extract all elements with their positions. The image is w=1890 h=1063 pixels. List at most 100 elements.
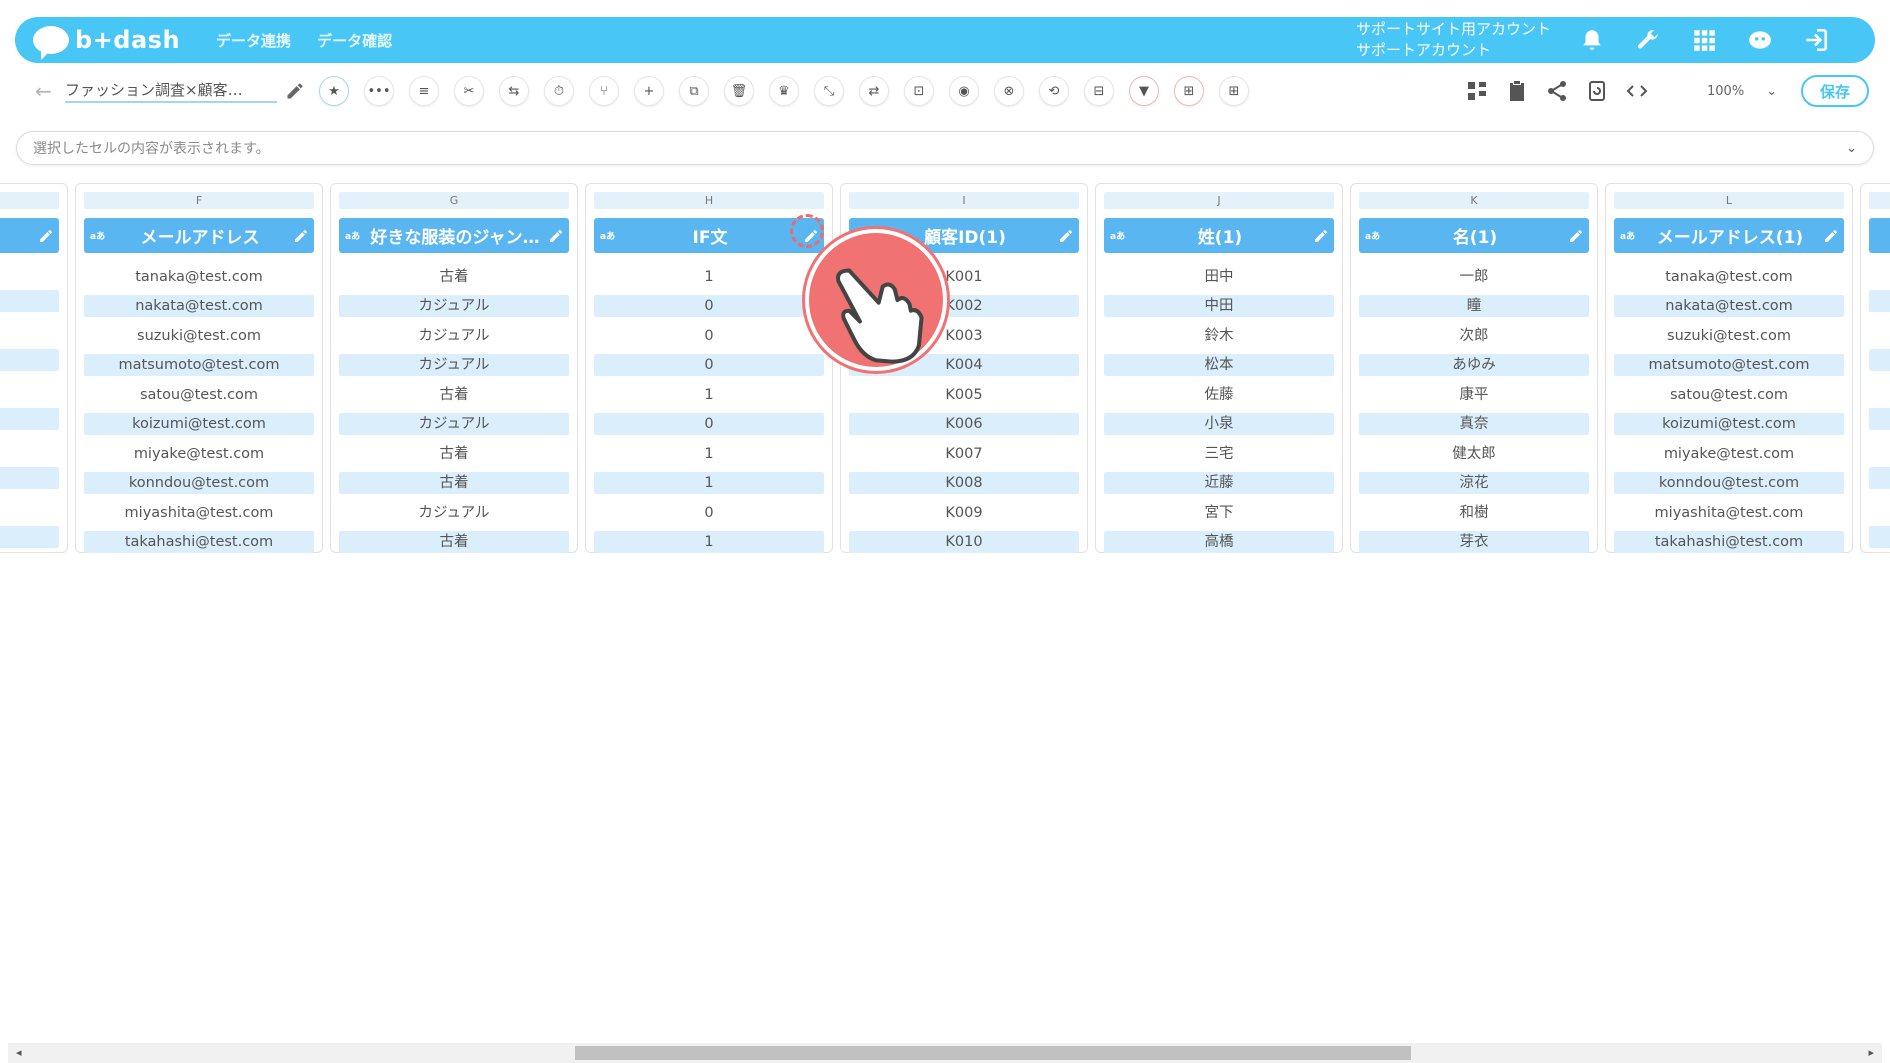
chat-bot-icon[interactable] <box>1747 27 1773 53</box>
table-cell[interactable]: 古着 <box>339 266 569 288</box>
table-cell[interactable]: miyake@test.com <box>84 443 314 465</box>
add-tool-button[interactable]: + <box>634 76 664 106</box>
flow-diagram-icon[interactable] <box>1465 79 1489 103</box>
table-cell[interactable]: 古着 <box>339 531 569 553</box>
save-button[interactable]: 保存 <box>1801 75 1869 107</box>
table-cell[interactable]: konndou@test.com <box>1614 472 1844 494</box>
table-cell[interactable]: 0 <box>594 295 824 317</box>
table-cell[interactable]: 1 <box>594 472 824 494</box>
edit-pencil-icon[interactable] <box>543 228 569 244</box>
swap-tool-button[interactable]: ⇄ <box>859 76 889 106</box>
table-cell[interactable]: 中田 <box>1104 295 1334 317</box>
table-cell[interactable]: 松本 <box>1104 354 1334 376</box>
table-cell[interactable]: 健太郎 <box>1359 443 1589 465</box>
table-cell[interactable]: K005 <box>849 384 1079 406</box>
table-cell[interactable]: nakata@test.com <box>1614 295 1844 317</box>
table-cell[interactable]: takahashi@test.com <box>1614 531 1844 553</box>
table-cell[interactable]: 三宅 <box>1104 443 1334 465</box>
table-cell[interactable]: 古着 <box>339 384 569 406</box>
chevron-down-icon[interactable]: ⌄ <box>1846 141 1857 156</box>
table-cell[interactable]: 涼花 <box>1359 472 1589 494</box>
table-cell[interactable]: あゆみ <box>1359 354 1589 376</box>
code-icon[interactable] <box>1625 79 1649 103</box>
flow-name[interactable]: ファッション調査×顧客… <box>65 79 277 103</box>
scroll-right-icon[interactable]: ▸ <box>1868 1046 1874 1059</box>
filter-tool-button[interactable]: ▼ <box>1129 76 1159 106</box>
table-cell[interactable]: 1 <box>594 384 824 406</box>
table-cell[interactable]: K009 <box>849 502 1079 524</box>
table-cell[interactable]: 田中 <box>1104 266 1334 288</box>
table-cell[interactable]: 1 <box>594 443 824 465</box>
cut-tool-button[interactable]: ✂ <box>454 76 484 106</box>
table-cell[interactable]: miyashita@test.com <box>84 502 314 524</box>
column-letter[interactable]: J <box>1104 192 1334 209</box>
more-tool-button[interactable]: ••• <box>364 76 394 106</box>
table-cell[interactable]: takahashi@test.com <box>84 531 314 553</box>
lock-tool-button[interactable]: ⊡ <box>904 76 934 106</box>
table-cell[interactable]: tanaka@test.com <box>84 266 314 288</box>
table-cell[interactable]: カジュアル <box>339 413 569 435</box>
list-tool-button[interactable]: ≡ <box>409 76 439 106</box>
table-cell[interactable]: カジュアル <box>339 295 569 317</box>
table-cell[interactable]: satou@test.com <box>84 384 314 406</box>
table-cell[interactable]: K008 <box>849 472 1079 494</box>
table-cell[interactable]: nakata@test.com <box>84 295 314 317</box>
table-cell[interactable]: 鈴木 <box>1104 325 1334 347</box>
zoom-select[interactable]: 100% ⌄ <box>1679 76 1785 106</box>
back-arrow-icon[interactable]: ← <box>35 79 57 103</box>
column-header[interactable]: aあ 好きな服装のジャン… <box>339 218 569 253</box>
table-cell[interactable]: 1 <box>594 531 824 553</box>
edit-pencil-icon[interactable] <box>33 228 59 244</box>
rename-pencil-icon[interactable] <box>285 81 305 101</box>
scrollbar-thumb[interactable] <box>575 1046 1411 1060</box>
edit-pencil-icon[interactable] <box>1053 228 1079 244</box>
table-cell[interactable]: miyashita@test.com <box>1614 502 1844 524</box>
table-cell[interactable]: 1 <box>594 266 824 288</box>
column-letter[interactable]: G <box>339 192 569 209</box>
edit-pencil-icon[interactable] <box>1818 228 1844 244</box>
column-letter[interactable]: I <box>849 192 1079 209</box>
column-letter[interactable]: L <box>1614 192 1844 209</box>
table-cell[interactable]: K006 <box>849 413 1079 435</box>
branch-tool-button[interactable]: ⑂ <box>589 76 619 106</box>
timer-tool-button[interactable]: ⏱ <box>544 76 574 106</box>
table-cell[interactable]: 芽衣 <box>1359 531 1589 553</box>
crown-tool-button[interactable]: ♛ <box>769 76 799 106</box>
column-header[interactable]: aあ メールアドレス(1) <box>1614 218 1844 253</box>
column-letter[interactable]: H <box>594 192 824 209</box>
table-cell[interactable]: 0 <box>594 413 824 435</box>
horizontal-scrollbar[interactable]: ◂ ▸ <box>8 1043 1882 1063</box>
table-cell[interactable]: カジュアル <box>339 502 569 524</box>
table-cell[interactable]: 古着 <box>339 443 569 465</box>
nav-item-data-check[interactable]: データ確認 <box>317 30 392 51</box>
apps-grid-icon[interactable] <box>1691 27 1717 53</box>
nav-item-data-integration[interactable]: データ連携 <box>216 30 291 51</box>
table-cell[interactable]: 真奈 <box>1359 413 1589 435</box>
table-cell[interactable]: 高橋 <box>1104 531 1334 553</box>
edit-pencil-icon[interactable] <box>1308 228 1334 244</box>
table-cell[interactable]: カジュアル <box>339 325 569 347</box>
table-cell[interactable]: miyake@test.com <box>1614 443 1844 465</box>
wrench-icon[interactable] <box>1635 27 1661 53</box>
table-cell[interactable]: 古着 <box>339 472 569 494</box>
table-tool-button[interactable]: ⊞ <box>1219 76 1249 106</box>
history-icon[interactable] <box>1585 79 1609 103</box>
bell-icon[interactable] <box>1579 27 1605 53</box>
table-cell[interactable]: 瞳 <box>1359 295 1589 317</box>
table-cell[interactable]: konndou@test.com <box>84 472 314 494</box>
pivot-tool-button[interactable]: ⊞ <box>1174 76 1204 106</box>
logout-icon[interactable] <box>1803 27 1829 53</box>
column-header[interactable]: aあ メールアドレス <box>84 218 314 253</box>
frame-tool-button[interactable]: ⊟ <box>1084 76 1114 106</box>
table-cell[interactable]: 宮下 <box>1104 502 1334 524</box>
table-cell[interactable]: 0 <box>594 502 824 524</box>
refresh-tool-button[interactable]: ⟲ <box>1039 76 1069 106</box>
clipboard-icon[interactable] <box>1505 79 1529 103</box>
table-cell[interactable]: 0 <box>594 354 824 376</box>
table-cell[interactable]: 0 <box>594 325 824 347</box>
favorite-tool-button[interactable]: ★ <box>319 76 349 106</box>
edit-pencil-icon[interactable] <box>1563 228 1589 244</box>
table-cell[interactable]: 和樹 <box>1359 502 1589 524</box>
table-cell[interactable]: suzuki@test.com <box>1614 325 1844 347</box>
cell-content-bar[interactable]: 選択したセルの内容が表示されます。 ⌄ <box>16 131 1874 165</box>
